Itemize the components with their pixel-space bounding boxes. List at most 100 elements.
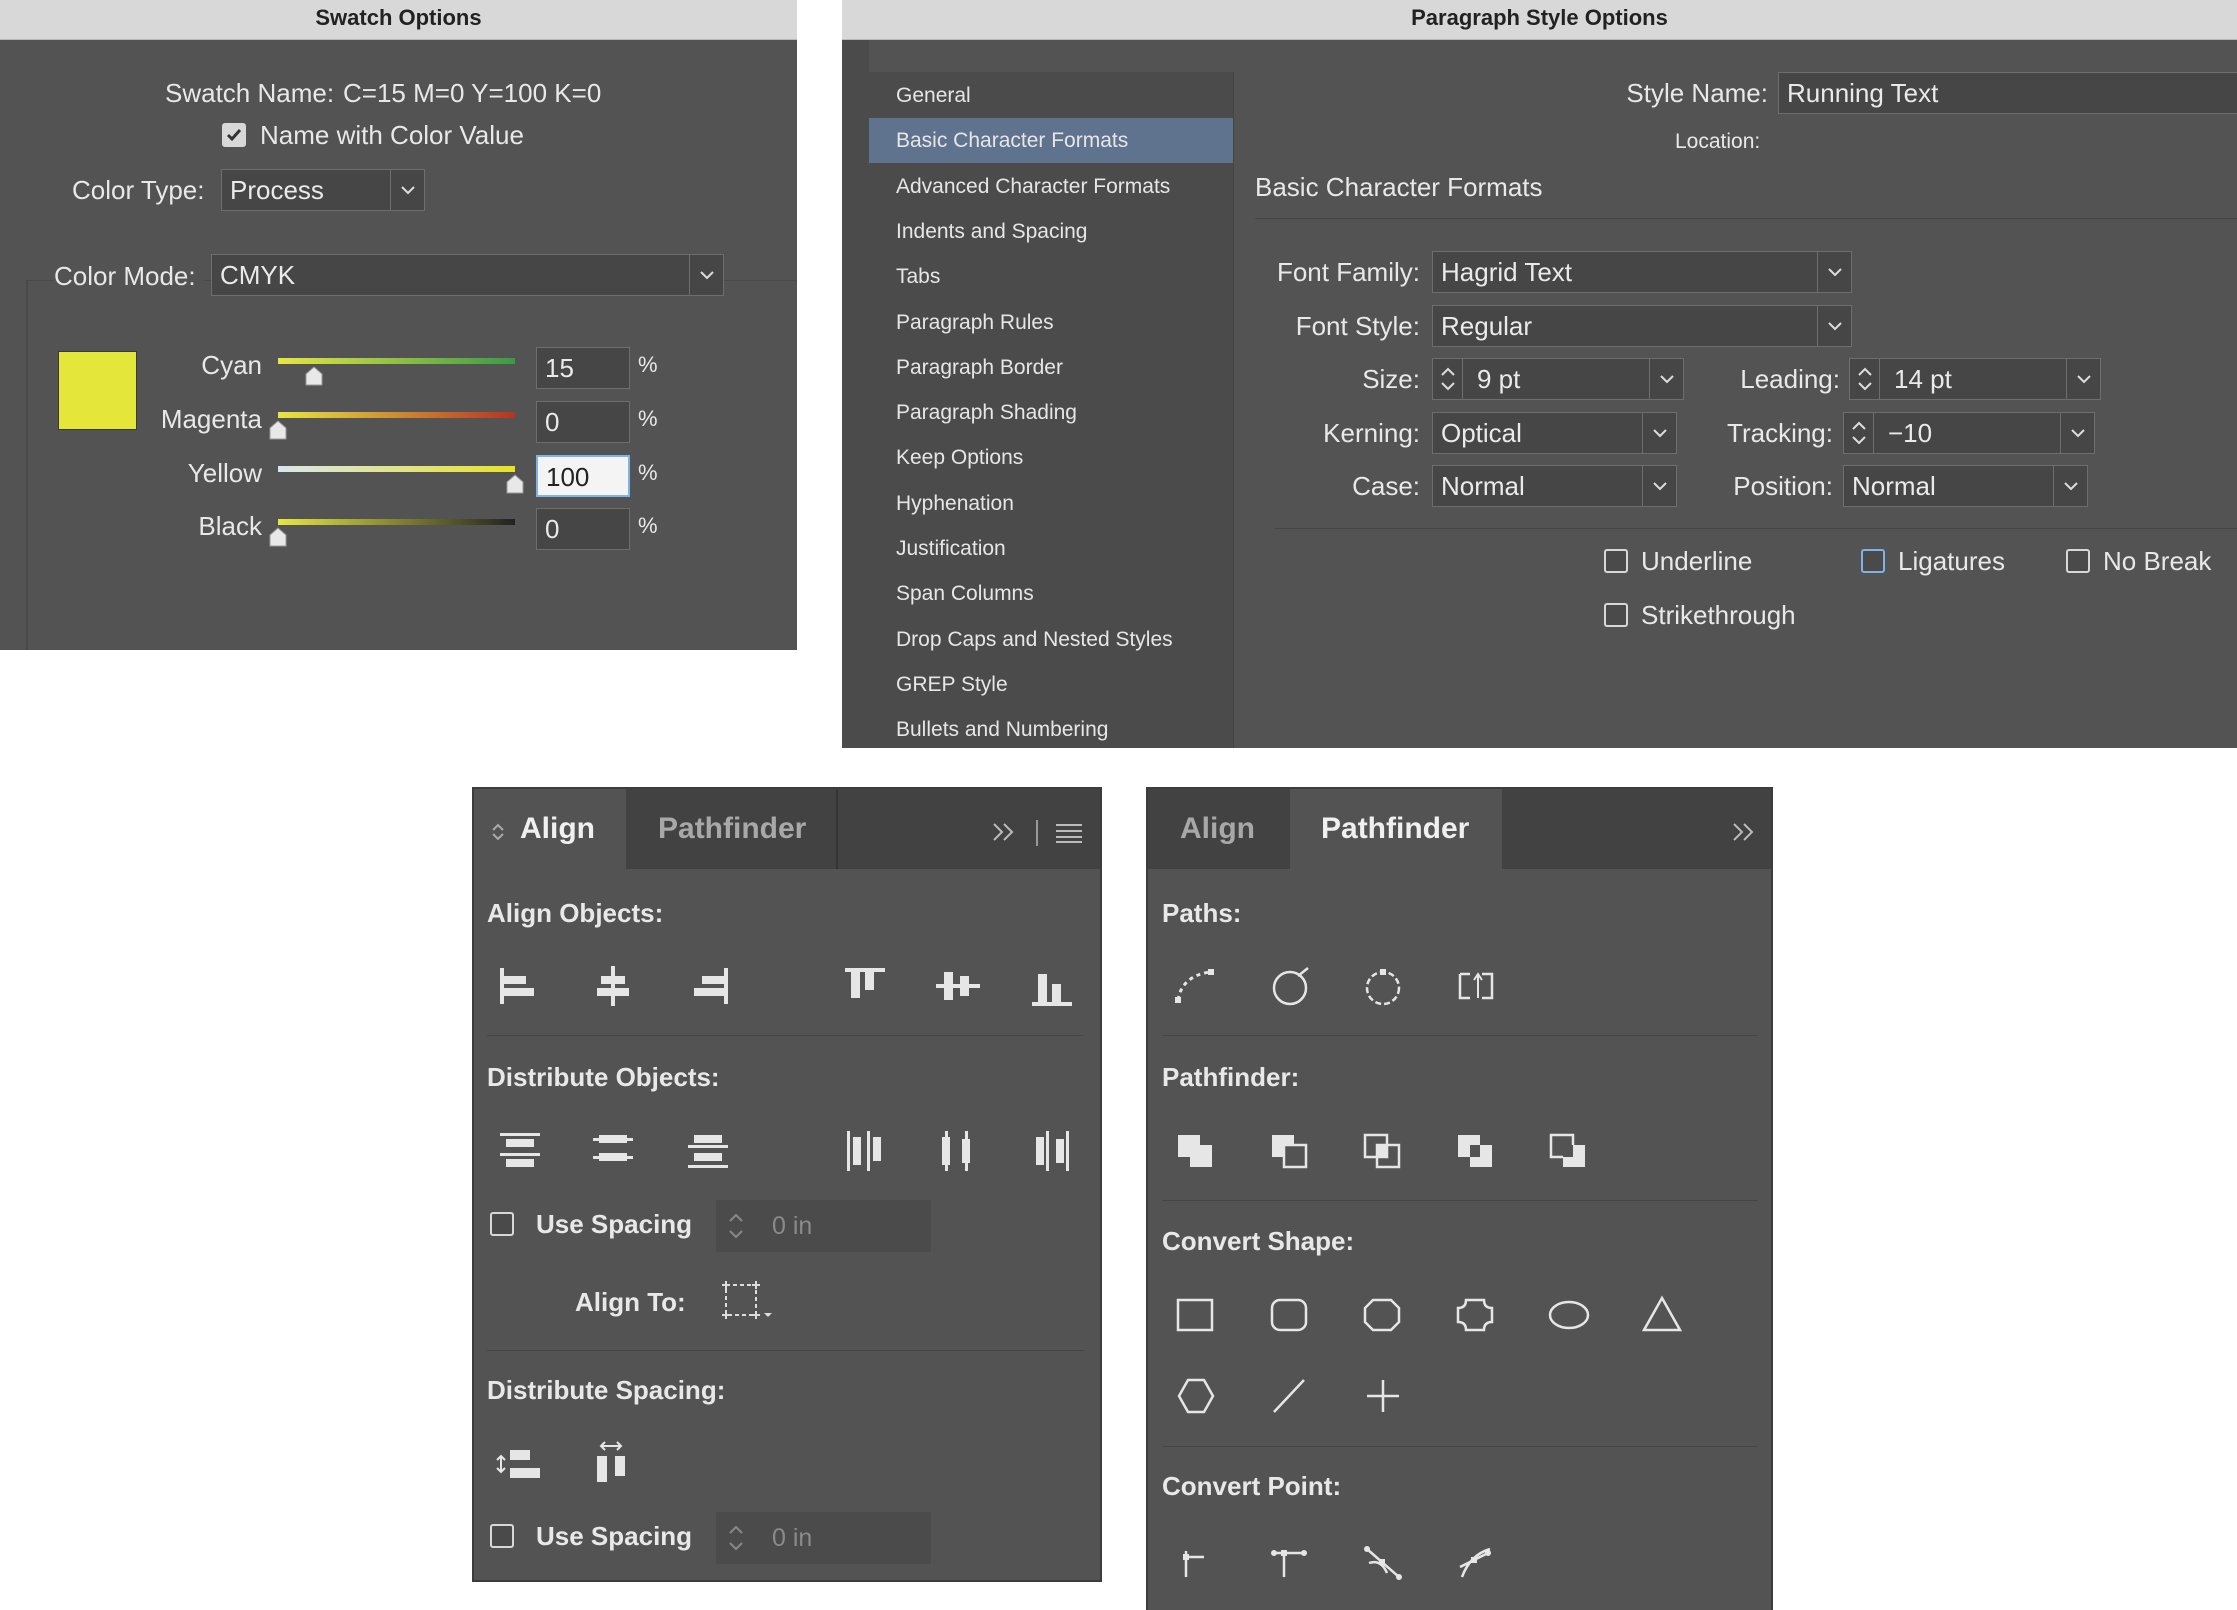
collapse-arrows-icon[interactable] [490,821,506,843]
stepper-arrows-icon[interactable] [724,1206,748,1246]
align-top-edges-icon[interactable] [837,958,893,1014]
tab-align[interactable]: Align [1180,789,1255,869]
stepper-arrows-icon[interactable] [724,1518,748,1558]
sidebar-item[interactable]: Advanced Character Formats [869,164,1233,209]
spacing-input[interactable]: 0 in [716,1200,931,1252]
align-divider-2 [487,1350,1084,1351]
reverse-path-icon[interactable] [1448,958,1504,1014]
sidebar-item[interactable]: Hyphenation [869,481,1233,526]
slider-thumb-icon[interactable] [305,366,323,386]
slider-value-input[interactable]: 0 [536,401,630,443]
distribute-horizontal-centers-icon[interactable] [930,1123,986,1179]
font-style-select[interactable]: Regular [1432,305,1852,347]
sidebar-item[interactable]: GREP Style [869,662,1233,707]
style-name-input[interactable]: Running Text [1778,72,2237,114]
color-mode-select[interactable]: CMYK [211,254,724,296]
spacing-input-2[interactable]: 0 in [716,1512,931,1564]
color-type-select[interactable]: Process [221,169,425,211]
tab-align-label[interactable]: Align [520,789,595,869]
slider-track[interactable] [278,358,515,364]
smooth-point-icon[interactable] [1355,1533,1411,1589]
panel-menu-icon[interactable] [1054,822,1084,844]
slider-thumb-icon[interactable] [269,420,287,440]
expand-double-chevron-icon[interactable] [990,818,1020,846]
font-family-select[interactable]: Hagrid Text [1432,251,1852,293]
use-spacing-checkbox-2[interactable] [490,1524,514,1548]
polygon-shape-icon[interactable] [1168,1368,1224,1424]
underline-checkbox[interactable] [1604,549,1628,573]
tracking-input[interactable]: −10 [1843,412,2095,454]
close-path-icon[interactable] [1355,958,1411,1014]
minus-back-icon[interactable] [1541,1123,1597,1179]
sidebar-item[interactable]: Keep Options [869,435,1233,480]
use-spacing-checkbox[interactable] [490,1212,514,1236]
slider-value-input[interactable]: 100 [536,455,630,497]
distribute-vertical-centers-icon[interactable] [585,1123,641,1179]
slider-track[interactable] [278,519,515,525]
triangle-shape-icon[interactable] [1634,1288,1690,1344]
distribute-left-edges-icon[interactable] [837,1123,893,1179]
slider-track[interactable] [278,412,515,418]
sidebar-item[interactable]: Indents and Spacing [869,209,1233,254]
sidebar-item[interactable]: Bullets and Numbering [869,707,1233,752]
ellipse-shape-icon[interactable] [1541,1288,1597,1344]
line-shape-icon[interactable] [1262,1368,1318,1424]
distribute-vertical-space-icon[interactable] [492,1438,548,1494]
align-horizontal-centers-icon[interactable] [585,958,641,1014]
sidebar-item[interactable]: General [869,73,1233,118]
position-select[interactable]: Normal [1843,465,2088,507]
subtract-shape-icon[interactable] [1262,1123,1318,1179]
plain-point-icon[interactable] [1168,1533,1224,1589]
sidebar-item[interactable]: Justification [869,526,1233,571]
size-input[interactable]: 9 pt [1432,358,1684,400]
exclude-overlap-icon[interactable] [1448,1123,1504,1179]
distribute-horizontal-space-icon[interactable] [585,1438,641,1494]
align-right-edges-icon[interactable] [680,958,736,1014]
slider-thumb-icon[interactable] [506,474,524,494]
tab-pathfinder[interactable]: Pathfinder [658,789,806,869]
slider-value-input[interactable]: 0 [536,508,630,550]
intersect-shape-icon[interactable] [1355,1123,1411,1179]
slider-thumb-icon[interactable] [269,527,287,547]
corner-point-icon[interactable] [1262,1533,1318,1589]
strikethrough-checkbox[interactable] [1604,603,1628,627]
add-shape-icon[interactable] [1168,1123,1224,1179]
sidebar-item[interactable]: Tabs [869,254,1233,299]
align-vertical-centers-icon[interactable] [930,958,986,1014]
sidebar-item[interactable]: Drop Caps and Nested Styles [869,617,1233,662]
stepper-arrows-icon[interactable] [1844,413,1874,453]
ligatures-checkbox[interactable] [1861,549,1885,573]
symmetrical-point-icon[interactable] [1448,1533,1504,1589]
slider-track[interactable] [278,466,515,472]
name-with-color-value-checkbox[interactable] [222,123,246,147]
join-path-icon[interactable] [1168,958,1224,1014]
align-to-selection-icon[interactable] [720,1279,778,1323]
leading-input[interactable]: 14 pt [1849,358,2101,400]
sidebar-item[interactable]: Basic Character Formats [869,118,1233,164]
expand-double-chevron-icon[interactable] [1730,818,1760,846]
case-select[interactable]: Normal [1432,465,1677,507]
open-path-icon[interactable] [1262,958,1318,1014]
distribute-top-edges-icon[interactable] [492,1123,548,1179]
sidebar-item[interactable]: Paragraph Border [869,345,1233,390]
beveled-rectangle-shape-icon[interactable] [1355,1288,1411,1344]
sidebar-item[interactable]: Span Columns [869,571,1233,616]
tab-pathfinder-label[interactable]: Pathfinder [1321,789,1469,869]
sidebar-item[interactable]: Paragraph Rules [869,300,1233,345]
distribute-bottom-edges-icon[interactable] [680,1123,736,1179]
stepper-arrows-icon[interactable] [1433,359,1463,399]
font-style-value: Regular [1441,311,1533,341]
align-bottom-edges-icon[interactable] [1024,958,1080,1014]
stepper-arrows-icon[interactable] [1850,359,1880,399]
swatch-name-value[interactable]: C=15 M=0 Y=100 K=0 [343,78,601,109]
no-break-checkbox[interactable] [2066,549,2090,573]
inverse-rounded-rectangle-icon[interactable] [1448,1288,1504,1344]
rounded-rectangle-shape-icon[interactable] [1262,1288,1318,1344]
kerning-select[interactable]: Optical [1432,412,1677,454]
distribute-right-edges-icon[interactable] [1024,1123,1080,1179]
orthogonal-line-icon[interactable] [1355,1368,1411,1424]
align-left-edges-icon[interactable] [492,958,548,1014]
rectangle-shape-icon[interactable] [1168,1288,1224,1344]
sidebar-item[interactable]: Paragraph Shading [869,390,1233,435]
slider-value-input[interactable]: 15 [536,347,630,389]
